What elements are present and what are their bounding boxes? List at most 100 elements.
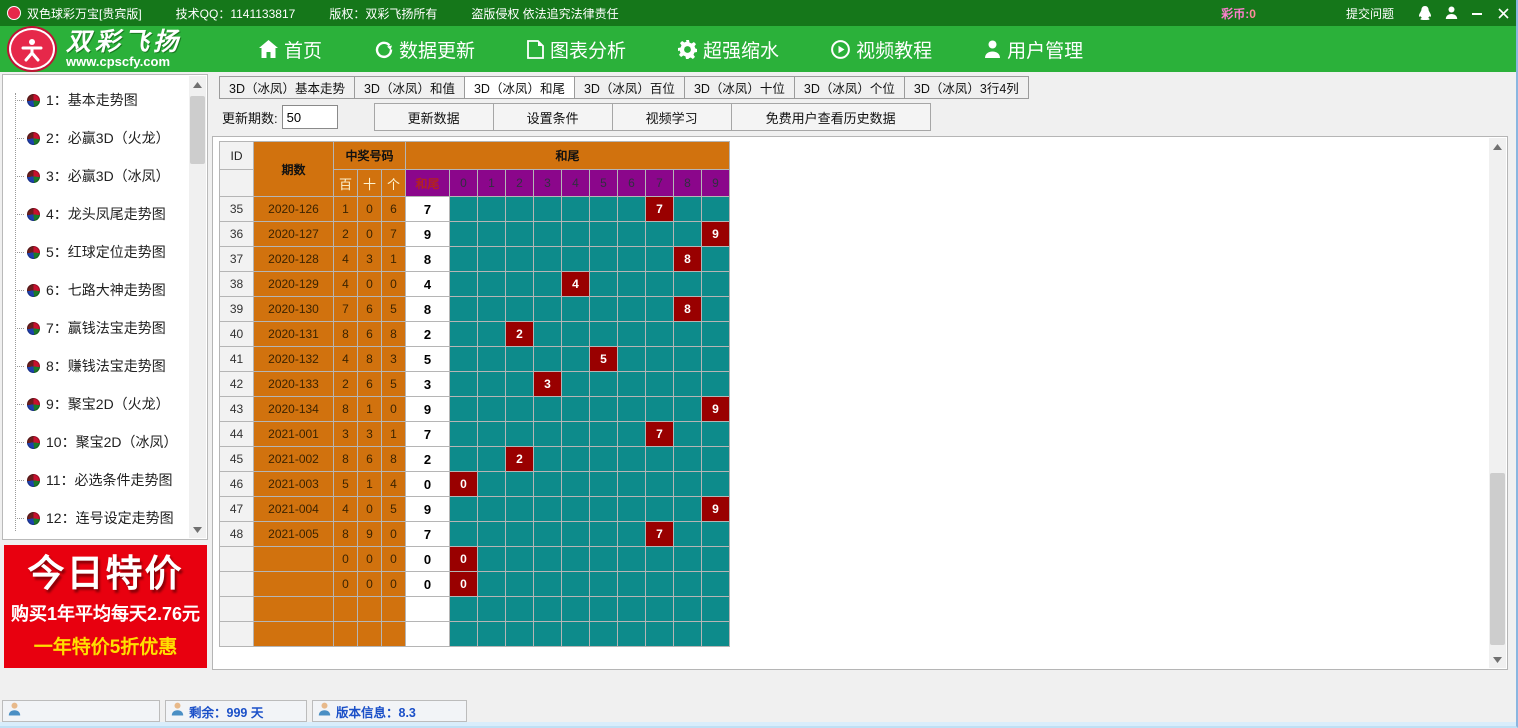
- cell-tail: [590, 422, 618, 447]
- cell-tail: [674, 272, 702, 297]
- sidebar-item-10[interactable]: 10：聚宝2D（冰凤）: [3, 423, 189, 461]
- submit-question-link[interactable]: 提交问题: [1346, 5, 1394, 22]
- table-row: [220, 622, 730, 647]
- table-header: ID 期数 中奖号码 和尾 百 十 个 和尾 0123456789: [219, 141, 730, 197]
- free-history-button[interactable]: 免费用户查看历史数据: [731, 103, 931, 131]
- tab-1[interactable]: 3D（冰凤）和值: [354, 76, 464, 99]
- header-hundreds: 百: [334, 170, 358, 197]
- cell-digit-0: 0: [334, 572, 358, 597]
- cell-hewei: [406, 622, 450, 647]
- cell-tail-marker: 3: [534, 372, 562, 397]
- close-button[interactable]: [1490, 3, 1516, 23]
- header-tail-1: 1: [478, 170, 506, 197]
- cell-tail: [562, 622, 590, 647]
- header-winning-numbers: 中奖号码: [334, 142, 406, 170]
- nav-item-chart-analysis[interactable]: 图表分析: [527, 36, 626, 63]
- cell-tail: [450, 397, 478, 422]
- nav-item-home[interactable]: 首页: [259, 36, 322, 63]
- status-panel-remaining: 剩余：999 天: [165, 700, 307, 722]
- scroll-down-icon[interactable]: [1489, 651, 1506, 668]
- sidebar-item-12[interactable]: 12：连号设定走势图: [3, 499, 189, 537]
- cell-id: 38: [220, 272, 254, 297]
- cell-tail: [562, 247, 590, 272]
- cell-tail: [562, 572, 590, 597]
- cell-tail: [646, 447, 674, 472]
- cell-tail: [702, 322, 730, 347]
- update-data-button[interactable]: 更新数据: [374, 103, 493, 131]
- user-account-icon[interactable]: [1438, 3, 1464, 23]
- nav-item-label: 用户管理: [1007, 36, 1083, 63]
- cell-tail: [478, 322, 506, 347]
- tab-3[interactable]: 3D（冰凤）百位: [574, 76, 684, 99]
- cell-hewei: 0: [406, 472, 450, 497]
- cell-tail: [562, 422, 590, 447]
- cell-tail: [506, 247, 534, 272]
- cell-tail: [618, 472, 646, 497]
- cell-tail: [590, 397, 618, 422]
- nav-item-data-update[interactable]: 数据更新: [374, 36, 475, 63]
- sidebar-item-8[interactable]: 8：赚钱法宝走势图: [3, 347, 189, 385]
- sidebar-item-label: 2：必赢3D（火龙）: [46, 128, 170, 148]
- period-count-input[interactable]: [282, 105, 338, 129]
- qq-icon[interactable]: [1412, 3, 1438, 23]
- tab-2[interactable]: 3D（冰凤）和尾: [464, 76, 574, 99]
- minimize-button[interactable]: [1464, 3, 1490, 23]
- tab-0[interactable]: 3D（冰凤）基本走势: [219, 76, 354, 99]
- sidebar-item-label: 11：必选条件走势图: [46, 470, 173, 490]
- cell-tail: [562, 472, 590, 497]
- sidebar-scroll-thumb[interactable]: [190, 96, 205, 164]
- header-tail-5: 5: [590, 170, 618, 197]
- cell-tail-marker: 5: [590, 347, 618, 372]
- sidebar-item-6[interactable]: 6：七路大神走势图: [3, 271, 189, 309]
- scroll-up-icon[interactable]: [189, 76, 206, 93]
- cell-digit-2: 0: [382, 547, 406, 572]
- promo-banner[interactable]: 今日特价 购买1年平均每天2.76元 一年特价5折优惠: [4, 545, 207, 668]
- content-scrollbar[interactable]: [1489, 138, 1506, 668]
- set-conditions-button[interactable]: 设置条件: [493, 103, 612, 131]
- cell-digit-2: 3: [382, 347, 406, 372]
- cell-id: 42: [220, 372, 254, 397]
- sidebar-item-11[interactable]: 11：必选条件走势图: [3, 461, 189, 499]
- scroll-up-icon[interactable]: [1489, 138, 1506, 155]
- sidebar-item-5[interactable]: 5：红球定位走势图: [3, 233, 189, 271]
- cell-tail: [590, 597, 618, 622]
- cell-tail: [618, 447, 646, 472]
- nav-item-user-management[interactable]: 用户管理: [984, 36, 1083, 63]
- cell-tail: [478, 272, 506, 297]
- nav-item-video-tutorial[interactable]: 视频教程: [831, 36, 932, 63]
- sidebar-item-2[interactable]: 2：必赢3D（火龙）: [3, 119, 189, 157]
- sidebar-item-7[interactable]: 7：赢钱法宝走势图: [3, 309, 189, 347]
- nav-item-shrink[interactable]: 超强缩水: [678, 36, 779, 63]
- cell-tail: [534, 397, 562, 422]
- scroll-down-icon[interactable]: [189, 521, 206, 538]
- tab-6[interactable]: 3D（冰凤）3行4列: [904, 76, 1029, 99]
- cell-tail: [590, 547, 618, 572]
- cell-tail: [506, 297, 534, 322]
- cell-tail: [562, 372, 590, 397]
- sidebar-item-9[interactable]: 9：聚宝2D（火龙）: [3, 385, 189, 423]
- tab-5[interactable]: 3D（冰凤）个位: [794, 76, 904, 99]
- video-learning-button[interactable]: 视频学习: [612, 103, 731, 131]
- table-row: 442021-00133177: [220, 422, 730, 447]
- cell-period: 2021-001: [254, 422, 334, 447]
- cell-tail: [562, 522, 590, 547]
- cell-tail: [618, 322, 646, 347]
- cell-tail: [534, 197, 562, 222]
- cell-id: 35: [220, 197, 254, 222]
- pie-chart-icon: [27, 284, 40, 297]
- cell-tail: [562, 447, 590, 472]
- sidebar-item-1[interactable]: 1：基本走势图: [3, 81, 189, 119]
- sidebar-scrollbar[interactable]: [189, 76, 206, 538]
- cell-period: 2020-128: [254, 247, 334, 272]
- cell-digit-1: 0: [358, 272, 382, 297]
- cell-tail: [618, 522, 646, 547]
- pie-chart-icon: [27, 246, 40, 259]
- cell-digit-1: 0: [358, 497, 382, 522]
- cell-period: 2020-131: [254, 322, 334, 347]
- content-scroll-thumb[interactable]: [1490, 473, 1505, 645]
- cell-tail: [506, 547, 534, 572]
- sidebar-item-3[interactable]: 3：必赢3D（冰凤）: [3, 157, 189, 195]
- tab-4[interactable]: 3D（冰凤）十位: [684, 76, 794, 99]
- sidebar-item-4[interactable]: 4：龙头凤尾走势图: [3, 195, 189, 233]
- cell-digit-2: [382, 622, 406, 647]
